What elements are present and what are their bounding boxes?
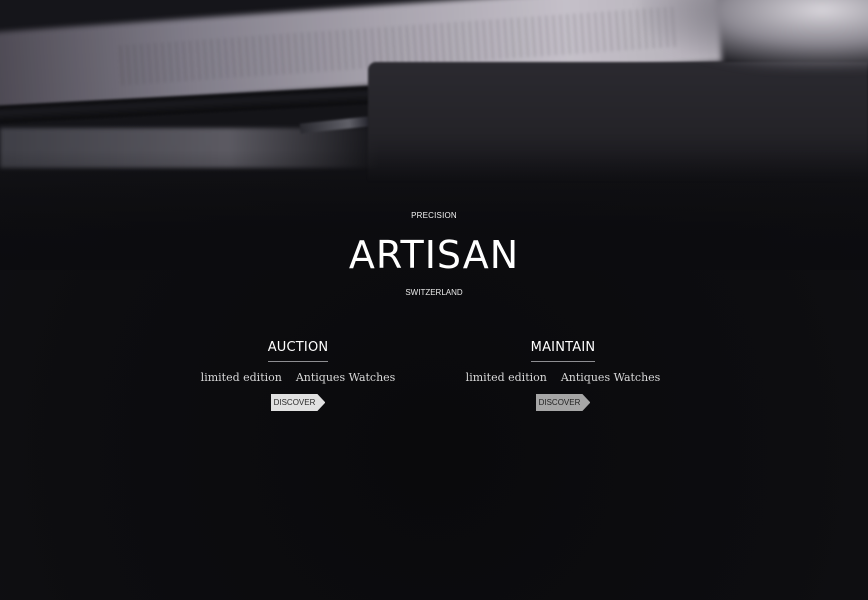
maintain-tags: limited edition Antiques Watches bbox=[443, 371, 683, 384]
hero: PRECISION ARTISAN SWITZERLAND bbox=[0, 210, 868, 299]
auction-discover-button[interactable]: DISCOVER bbox=[271, 394, 326, 411]
auction-heading: AUCTION bbox=[267, 339, 329, 362]
page: PRECISION ARTISAN SWITZERLAND AUCTION li… bbox=[0, 0, 868, 600]
auction-column: AUCTION limited edition Antiques Watches … bbox=[178, 336, 418, 411]
maintain-column: MAINTAIN limited edition Antiques Watches… bbox=[443, 336, 683, 411]
hero-kicker: PRECISION bbox=[411, 211, 457, 220]
hero-background-photo bbox=[0, 0, 868, 600]
brand-title: ARTISAN bbox=[348, 233, 520, 277]
auction-tags: limited edition Antiques Watches bbox=[178, 371, 418, 384]
tag-antiques-watches: Antiques Watches bbox=[560, 371, 661, 384]
tag-limited-edition: limited edition bbox=[465, 371, 547, 384]
tag-antiques-watches: Antiques Watches bbox=[295, 371, 396, 384]
hero-subtitle: SWITZERLAND bbox=[405, 288, 463, 297]
maintain-discover-button[interactable]: DISCOVER bbox=[536, 394, 591, 411]
bg-corner-glow bbox=[640, 0, 868, 70]
tag-limited-edition: limited edition bbox=[200, 371, 282, 384]
maintain-heading: MAINTAIN bbox=[530, 339, 596, 362]
